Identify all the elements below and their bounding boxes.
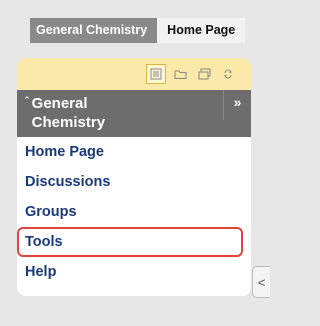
- breadcrumb: General Chemistry Home Page: [30, 18, 246, 43]
- course-header: ˆ General Chemistry »: [17, 90, 251, 137]
- course-menu: Home Page Discussions Groups Tools Help: [17, 137, 251, 287]
- menu-item-tools[interactable]: Tools: [17, 227, 243, 257]
- breadcrumb-page[interactable]: Home Page: [157, 18, 246, 43]
- menu-item-home-page[interactable]: Home Page: [17, 137, 251, 167]
- collapse-caret-icon[interactable]: ˆ: [25, 94, 29, 132]
- collapse-panel-tab[interactable]: <: [252, 266, 270, 298]
- breadcrumb-course[interactable]: General Chemistry: [30, 18, 158, 43]
- window-icon[interactable]: [195, 65, 213, 83]
- list-view-icon[interactable]: [146, 64, 166, 84]
- menu-item-discussions[interactable]: Discussions: [17, 167, 251, 197]
- course-title-text: General Chemistry: [31, 95, 106, 131]
- menu-item-help[interactable]: Help: [17, 257, 251, 287]
- expand-menu-icon[interactable]: »: [223, 90, 251, 120]
- menu-item-groups[interactable]: Groups: [17, 197, 251, 227]
- panel-toolbar: [17, 58, 251, 90]
- course-menu-panel: ˆ General Chemistry » Home Page Discussi…: [17, 58, 251, 296]
- course-title[interactable]: ˆ General Chemistry: [25, 94, 251, 132]
- refresh-icon[interactable]: [219, 65, 237, 83]
- folder-icon[interactable]: [171, 65, 189, 83]
